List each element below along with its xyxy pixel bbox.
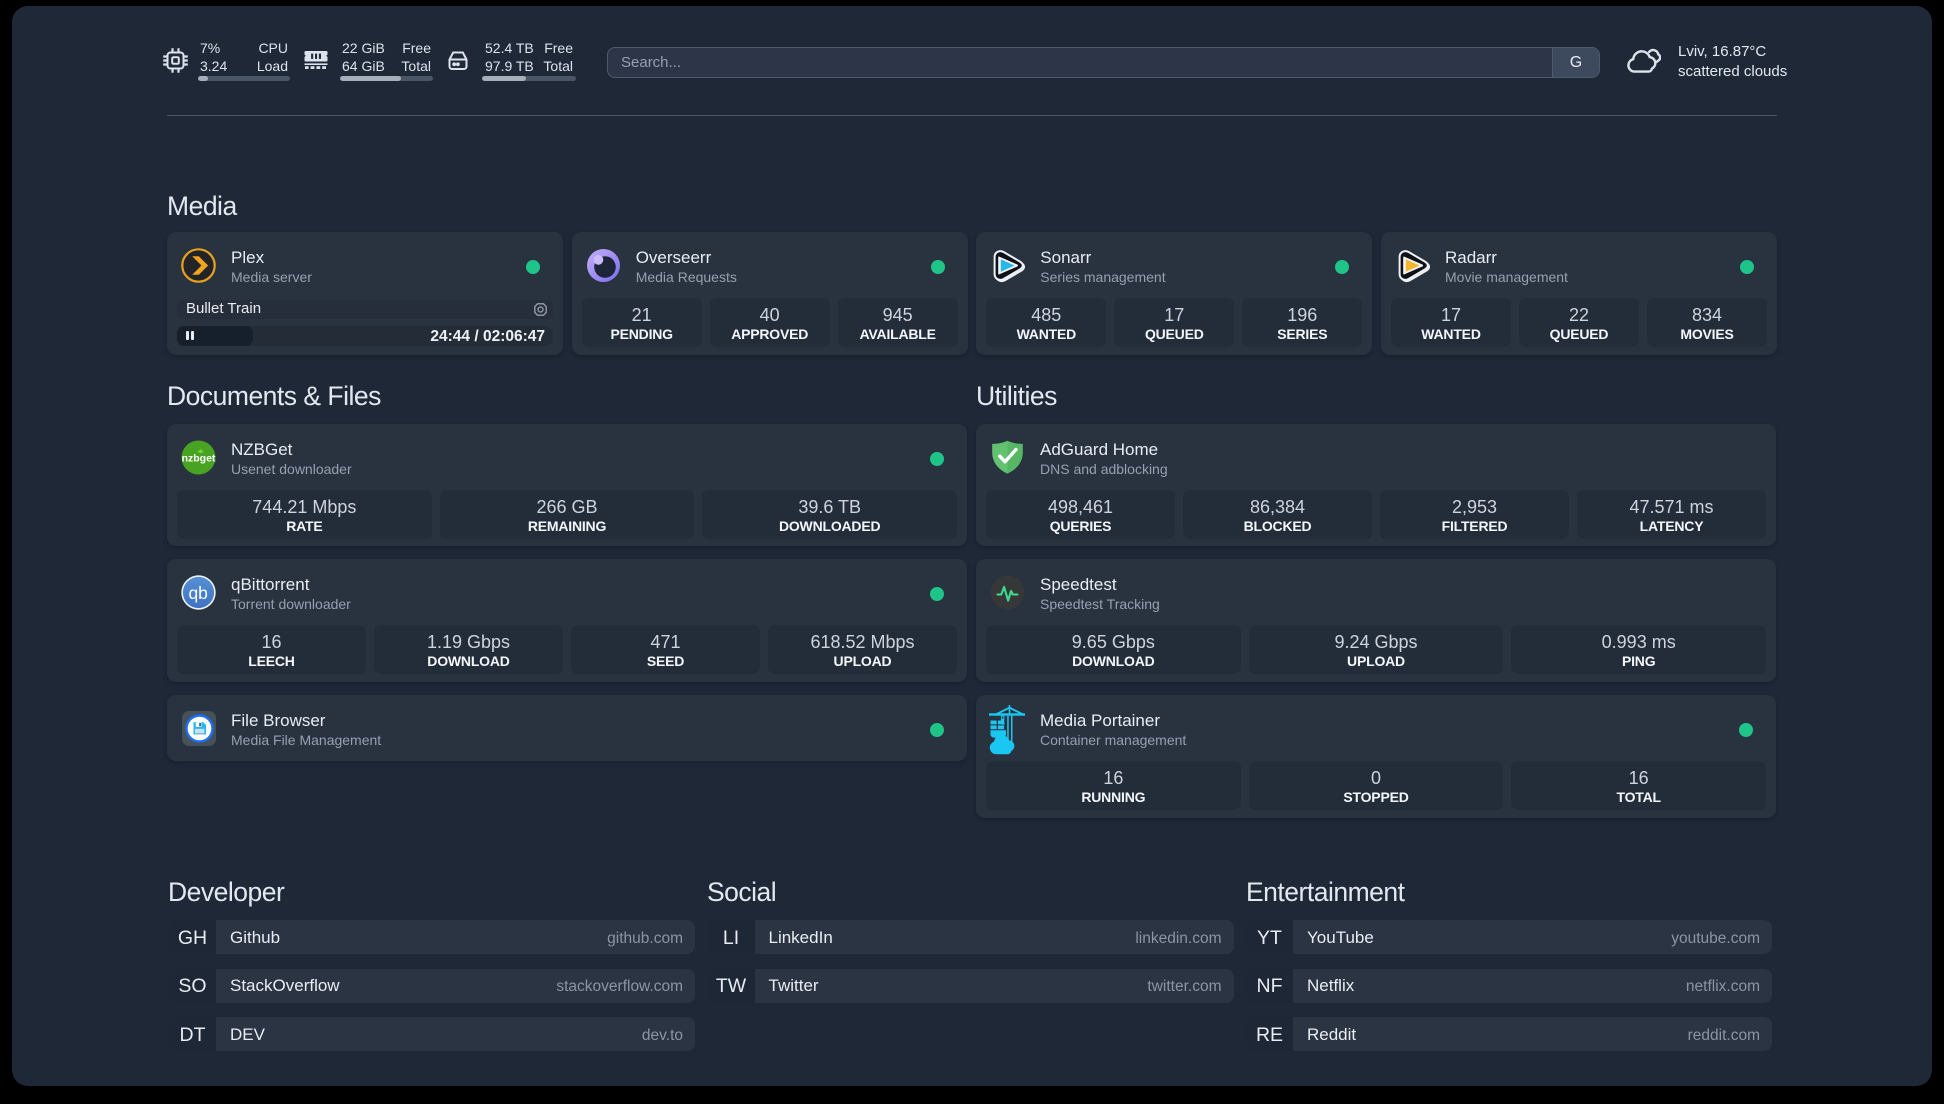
svg-text:nzbget: nzbget [182,453,216,465]
svg-text:qb: qb [188,583,207,603]
